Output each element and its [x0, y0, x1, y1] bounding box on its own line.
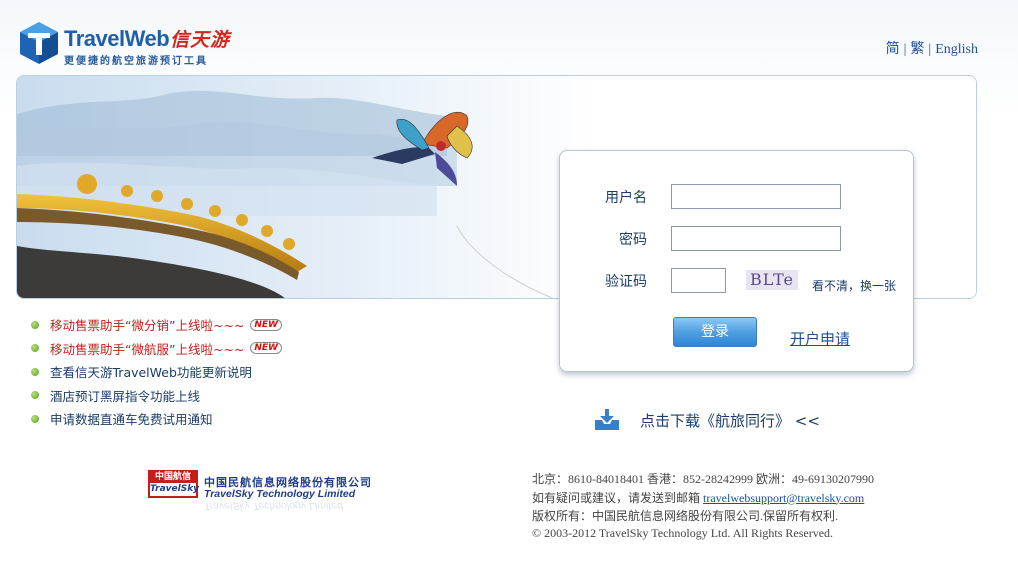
register-link[interactable]: 开户申请	[790, 328, 850, 349]
captcha-label: 验证码	[605, 274, 647, 290]
footer-phones: 北京：8610-84018401 香港：852-28242999 欧洲：49-6…	[532, 472, 874, 486]
list-item: 查看信天游TravelWeb功能更新说明	[31, 360, 282, 384]
company-name-reflection: TravelSky Technology Limited	[204, 500, 343, 512]
username-input[interactable]	[671, 184, 841, 209]
refresh-captcha-link[interactable]: 看不清，换一张	[812, 277, 896, 294]
logo-slogan: 更便捷的航空旅游预订工具	[64, 56, 208, 67]
list-item: 酒店预订黑屏指令功能上线	[31, 384, 282, 408]
list-item: 移动售票助手“微分销”上线啦~~~ NEW	[31, 313, 282, 337]
footer-rights: 版权所有：中国民航信息网络股份有限公司.保留所有权利.	[532, 509, 839, 523]
news-list: 移动售票助手“微分销”上线啦~~~ NEW 移动售票助手“微航服”上线啦~~~ …	[31, 313, 282, 431]
list-item: 移动售票助手“微航服”上线啦~~~ NEW	[31, 337, 282, 361]
bullet-dot-icon	[31, 320, 39, 329]
company-name-en: TravelSky Technology Limited	[204, 488, 356, 500]
password-input[interactable]	[671, 226, 841, 251]
captcha-image[interactable]: BLTe	[746, 270, 798, 290]
news-link[interactable]: 酒店预订黑屏指令功能上线	[50, 386, 200, 405]
news-link[interactable]: 移动售票助手“微航服”上线啦~~~	[50, 339, 244, 358]
captcha-input[interactable]	[671, 268, 726, 293]
bullet-dot-icon	[31, 344, 39, 353]
lang-english-link[interactable]: English	[935, 42, 978, 57]
bullet-dot-icon	[31, 367, 39, 376]
bullet-dot-icon	[31, 391, 39, 400]
download-app-link[interactable]: 点击下载《航旅同行》 <<	[594, 405, 820, 435]
bullet-dot-icon	[31, 414, 39, 423]
download-tray-icon	[595, 409, 619, 430]
download-label: 点击下载《航旅同行》 <<	[640, 411, 820, 430]
login-button[interactable]: 登录	[673, 317, 757, 347]
footer-contact: 如有疑问或建议，请发送到邮箱 travelwebsupport@travelsk…	[532, 490, 865, 505]
footer-copyright: © 2003-2012 TravelSky Technology Ltd. Al…	[532, 525, 834, 540]
list-item: 申请数据直通车免费试用通知	[31, 407, 282, 431]
news-link[interactable]: 移动售票助手“微分销”上线啦~~~	[50, 315, 244, 334]
login-panel: 用户名 密码 验证码 BLTe 看不清，换一张 登录 开户申请	[559, 150, 914, 372]
new-badge: NEW	[250, 342, 282, 355]
support-email-link[interactable]: travelwebsupport@travelsky.com	[703, 491, 864, 505]
logo-chinese-name: 信天游	[170, 29, 231, 51]
news-link[interactable]: 查看信天游TravelWeb功能更新说明	[50, 362, 252, 381]
logo-title: TravelWeb	[64, 26, 170, 51]
cube-logo-icon	[20, 22, 58, 64]
travelsky-badge: 中国航信 TravelSky	[148, 470, 199, 498]
travelweb-logo: TravelWeb 信天游 更便捷的航空旅游预订工具	[18, 20, 248, 68]
lang-traditional-link[interactable]: 繁	[910, 42, 924, 57]
language-switcher: 简 | 繁 | English	[885, 42, 978, 57]
new-badge: NEW	[250, 318, 282, 331]
travelsky-logo: 中国航信 TravelSky 中国民航信息网络股份有限公司 TravelSky …	[148, 470, 388, 514]
password-label: 密码	[619, 232, 647, 248]
news-link[interactable]: 申请数据直通车免费试用通知	[50, 409, 213, 428]
lang-simplified-link[interactable]: 简	[886, 42, 900, 57]
footer-info: 北京：8610-84018401 香港：852-28242999 欧洲：49-6…	[532, 470, 874, 544]
username-label: 用户名	[605, 190, 647, 206]
